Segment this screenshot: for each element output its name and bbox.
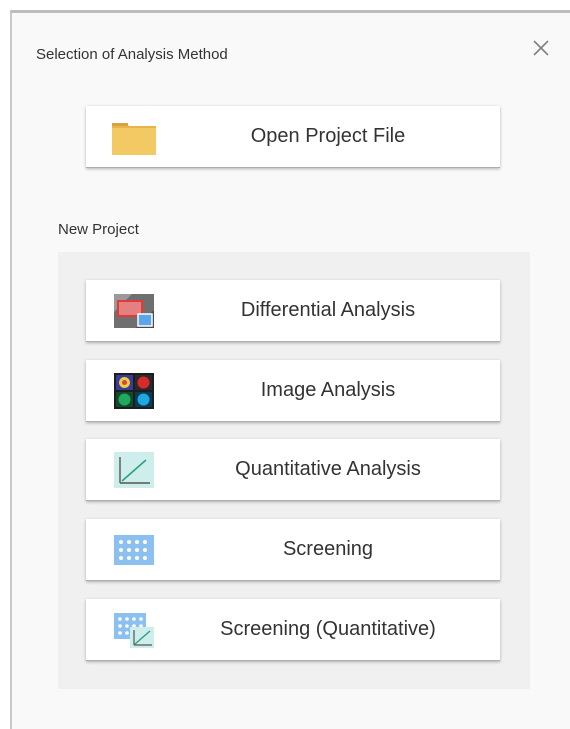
dialog-title: Selection of Analysis Method xyxy=(36,46,228,63)
open-project-file-button[interactable]: Open Project File xyxy=(86,106,500,168)
screening-button[interactable]: Screening xyxy=(86,519,500,581)
quantitative-analysis-button[interactable]: Quantitative Analysis xyxy=(86,439,500,501)
folder-icon xyxy=(112,118,156,156)
new-project-label: New Project xyxy=(58,221,139,238)
quantitative-analysis-icon xyxy=(112,451,156,489)
differential-analysis-icon xyxy=(112,292,156,330)
screening-quantitative-label: Screening (Quantitative) xyxy=(220,618,436,640)
differential-analysis-button[interactable]: Differential Analysis xyxy=(86,280,500,342)
close-icon[interactable] xyxy=(532,39,550,57)
screening-icon xyxy=(112,531,156,569)
image-analysis-label: Image Analysis xyxy=(260,379,396,401)
screening-quantitative-button[interactable]: Screening (Quantitative) xyxy=(86,599,500,661)
open-project-file-label: Open Project File xyxy=(250,125,406,147)
image-analysis-button[interactable]: Image Analysis xyxy=(86,360,500,422)
quantitative-analysis-label: Quantitative Analysis xyxy=(235,458,421,480)
differential-analysis-label: Differential Analysis xyxy=(240,299,416,321)
analysis-method-dialog: Selection of Analysis Method Open Projec… xyxy=(10,10,570,729)
screening-quantitative-icon xyxy=(112,611,156,649)
image-analysis-icon xyxy=(112,372,156,410)
screening-label: Screening xyxy=(282,538,374,560)
